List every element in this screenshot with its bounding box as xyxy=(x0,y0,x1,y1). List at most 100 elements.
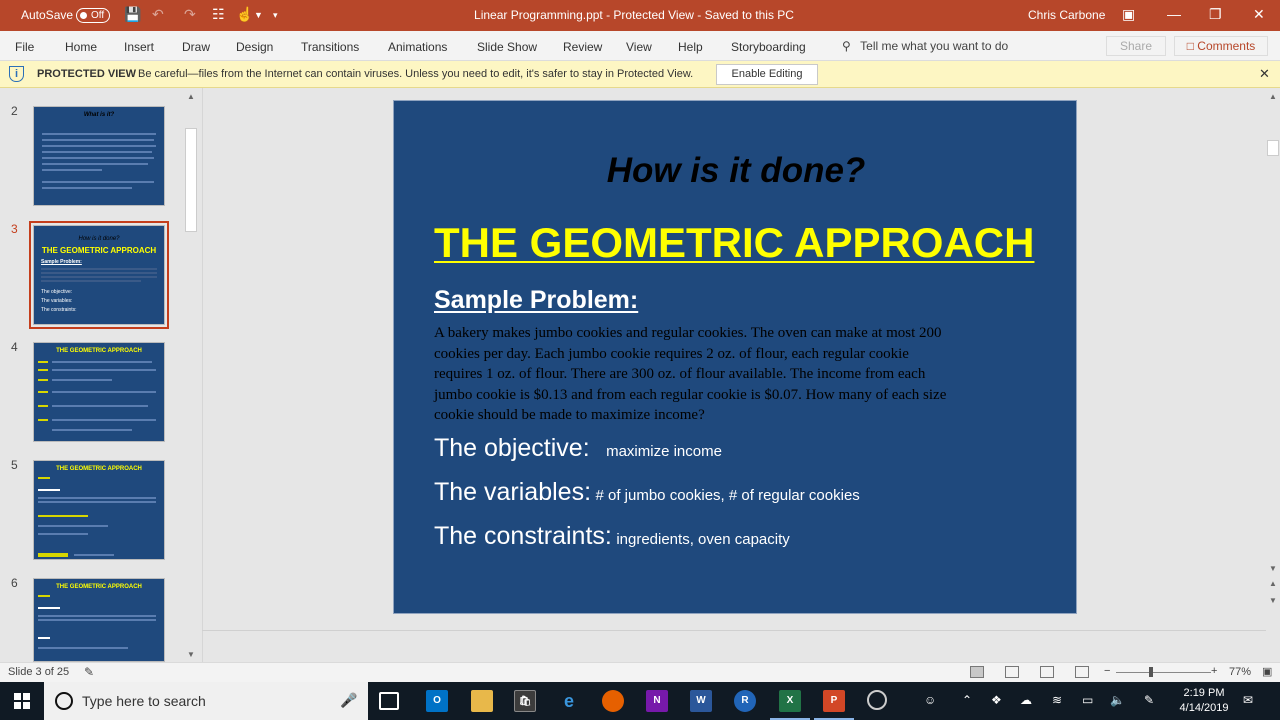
chevron-up-icon[interactable]: ⌃ xyxy=(962,693,972,707)
comments-button[interactable]: □ Comments xyxy=(1174,36,1268,56)
slide-thumbnail-6[interactable]: THE GEOMETRIC APPROACH xyxy=(33,578,165,662)
tab-transitions[interactable]: Transitions xyxy=(301,40,359,54)
zoom-level[interactable]: 77% xyxy=(1229,666,1251,678)
thumbnail-text-line xyxy=(41,268,157,270)
enable-editing-button[interactable]: Enable Editing xyxy=(716,64,818,85)
objective-label: The objective: xyxy=(434,434,590,462)
tab-draw[interactable]: Draw xyxy=(182,40,210,54)
powerpoint-icon[interactable]: P xyxy=(823,690,845,712)
normal-view-icon[interactable] xyxy=(970,666,984,678)
tab-insert[interactable]: Insert xyxy=(124,40,154,54)
zoom-slider-knob[interactable] xyxy=(1149,667,1153,677)
taskbar: Type here to search 🎤 O 🛍 e N W R X P ☺ … xyxy=(0,682,1280,720)
user-name[interactable]: Chris Carbone xyxy=(1028,8,1105,22)
wifi-icon[interactable]: ≋ xyxy=(1052,693,1062,707)
thumbnail-text-line xyxy=(42,151,152,153)
close-icon[interactable]: ✕ xyxy=(1259,66,1270,82)
file-explorer-icon[interactable] xyxy=(471,690,493,712)
thumbnail-text-line xyxy=(41,272,157,274)
scroll-up-icon[interactable]: ▲ xyxy=(1269,92,1277,101)
system-clock[interactable]: 2:19 PM 4/14/2019 xyxy=(1172,686,1236,716)
protected-view-bar: i PROTECTED VIEW Be careful—files from t… xyxy=(0,61,1280,88)
battery-icon[interactable]: ▭ xyxy=(1082,693,1093,707)
tab-design[interactable]: Design xyxy=(236,40,273,54)
notifications-icon[interactable]: ✉ xyxy=(1243,693,1253,707)
share-button[interactable]: Share xyxy=(1106,36,1166,56)
tab-home[interactable]: Home xyxy=(65,40,97,54)
edge-icon[interactable]: e xyxy=(558,690,580,712)
tab-view[interactable]: View xyxy=(626,40,652,54)
thumbnail-text-line xyxy=(38,497,156,499)
volume-icon[interactable]: 🔈 xyxy=(1110,693,1125,707)
scroll-thumb[interactable] xyxy=(185,128,197,232)
slide-thumbnail-5[interactable]: THE GEOMETRIC APPROACH xyxy=(33,460,165,560)
slide-thumbnail-pane: 2 What is it? 3 How is it done? THE GEOM… xyxy=(0,88,202,662)
slide-sorter-icon[interactable] xyxy=(1005,666,1019,678)
scroll-up-icon[interactable]: ▲ xyxy=(187,92,195,101)
tab-animations[interactable]: Animations xyxy=(388,40,447,54)
previous-slide-icon[interactable]: ▲ xyxy=(1269,579,1277,588)
task-view-icon[interactable] xyxy=(379,692,399,710)
thumbnail-text-line xyxy=(42,181,154,183)
windows-start-icon[interactable] xyxy=(14,693,30,709)
slide-scrollbar[interactable]: ▲ ▼ ▲ ▼ xyxy=(1266,88,1280,662)
firefox-icon[interactable] xyxy=(602,690,624,712)
scroll-down-icon[interactable]: ▼ xyxy=(187,650,195,659)
thumbnail-text-line xyxy=(42,139,154,141)
objective-value: maximize income xyxy=(606,443,722,460)
outlook-icon[interactable]: O xyxy=(426,690,448,712)
thumbnail-text-line xyxy=(52,361,152,363)
objective-row: The objective: maximize income xyxy=(434,434,722,463)
pen-icon[interactable]: ✎ xyxy=(1144,693,1154,707)
thumbnail-text-line xyxy=(38,525,108,527)
thumbnail-text-line xyxy=(38,419,48,421)
ribbon-display-options-icon[interactable]: ▣ xyxy=(1122,6,1135,23)
tab-help[interactable]: Help xyxy=(678,40,703,54)
tab-slide-show[interactable]: Slide Show xyxy=(477,40,537,54)
excel-icon[interactable]: X xyxy=(779,690,801,712)
scroll-down-icon[interactable]: ▼ xyxy=(1269,564,1277,573)
onedrive-icon[interactable]: ☁ xyxy=(1020,693,1032,707)
thumbnail-text-line xyxy=(38,379,48,381)
zoom-slider[interactable] xyxy=(1116,672,1211,673)
word-icon[interactable]: W xyxy=(690,690,712,712)
close-icon[interactable]: ✕ xyxy=(1253,6,1265,23)
minimize-icon[interactable]: — xyxy=(1167,6,1181,22)
dropbox-icon[interactable]: ❖ xyxy=(991,693,1002,707)
thumbnail-heading: THE GEOMETRIC APPROACH xyxy=(41,246,157,255)
slide-heading: THE GEOMETRIC APPROACH xyxy=(434,219,1035,266)
obs-icon[interactable] xyxy=(867,690,887,710)
slide-thumbnail-2[interactable]: What is it? xyxy=(33,106,165,206)
fit-to-window-icon[interactable]: ▣ xyxy=(1262,665,1272,678)
tell-me-search[interactable]: ⚲ Tell me what you want to do xyxy=(842,39,1008,53)
slide-thumbnail-4[interactable]: THE GEOMETRIC APPROACH xyxy=(33,342,165,442)
slide-show-icon[interactable] xyxy=(1075,666,1089,678)
taskbar-search[interactable]: Type here to search 🎤 xyxy=(44,682,368,720)
microphone-icon[interactable]: 🎤 xyxy=(340,692,357,709)
constraints-value: ingredients, oven capacity xyxy=(616,531,790,548)
onenote-icon[interactable]: N xyxy=(646,690,668,712)
current-slide[interactable]: How is it done? THE GEOMETRIC APPROACH S… xyxy=(393,100,1077,614)
comments-label: Comments xyxy=(1197,39,1256,53)
r-icon[interactable]: R xyxy=(734,690,756,712)
reading-view-icon[interactable] xyxy=(1040,666,1054,678)
tab-review[interactable]: Review xyxy=(563,40,602,54)
next-slide-icon[interactable]: ▼ xyxy=(1269,596,1277,605)
thumbnail-text-line xyxy=(38,607,60,609)
thumbnail-question: How is it done? xyxy=(78,236,120,242)
slide-number: 6 xyxy=(11,576,18,590)
slide-thumbnail-3[interactable]: How is it done? THE GEOMETRIC APPROACH S… xyxy=(29,221,169,329)
spell-check-icon[interactable]: ✎ xyxy=(84,665,94,679)
tab-file[interactable]: File xyxy=(15,40,34,54)
zoom-out-icon[interactable]: − xyxy=(1104,665,1110,677)
problem-line: requires 1 oz. of flour. There are 300 o… xyxy=(434,366,926,383)
zoom-in-icon[interactable]: + xyxy=(1211,665,1217,677)
tab-storyboarding[interactable]: Storyboarding xyxy=(731,40,806,54)
thumbnail-title: What is it? xyxy=(83,112,115,118)
thumbnail-text-line xyxy=(38,553,68,557)
restore-icon[interactable]: ❐ xyxy=(1209,6,1222,23)
thumbnail-scrollbar[interactable]: ▲ ▼ xyxy=(184,90,198,662)
scroll-thumb[interactable] xyxy=(1267,140,1279,156)
people-icon[interactable]: ☺ xyxy=(924,693,936,707)
store-icon[interactable]: 🛍 xyxy=(514,690,536,712)
